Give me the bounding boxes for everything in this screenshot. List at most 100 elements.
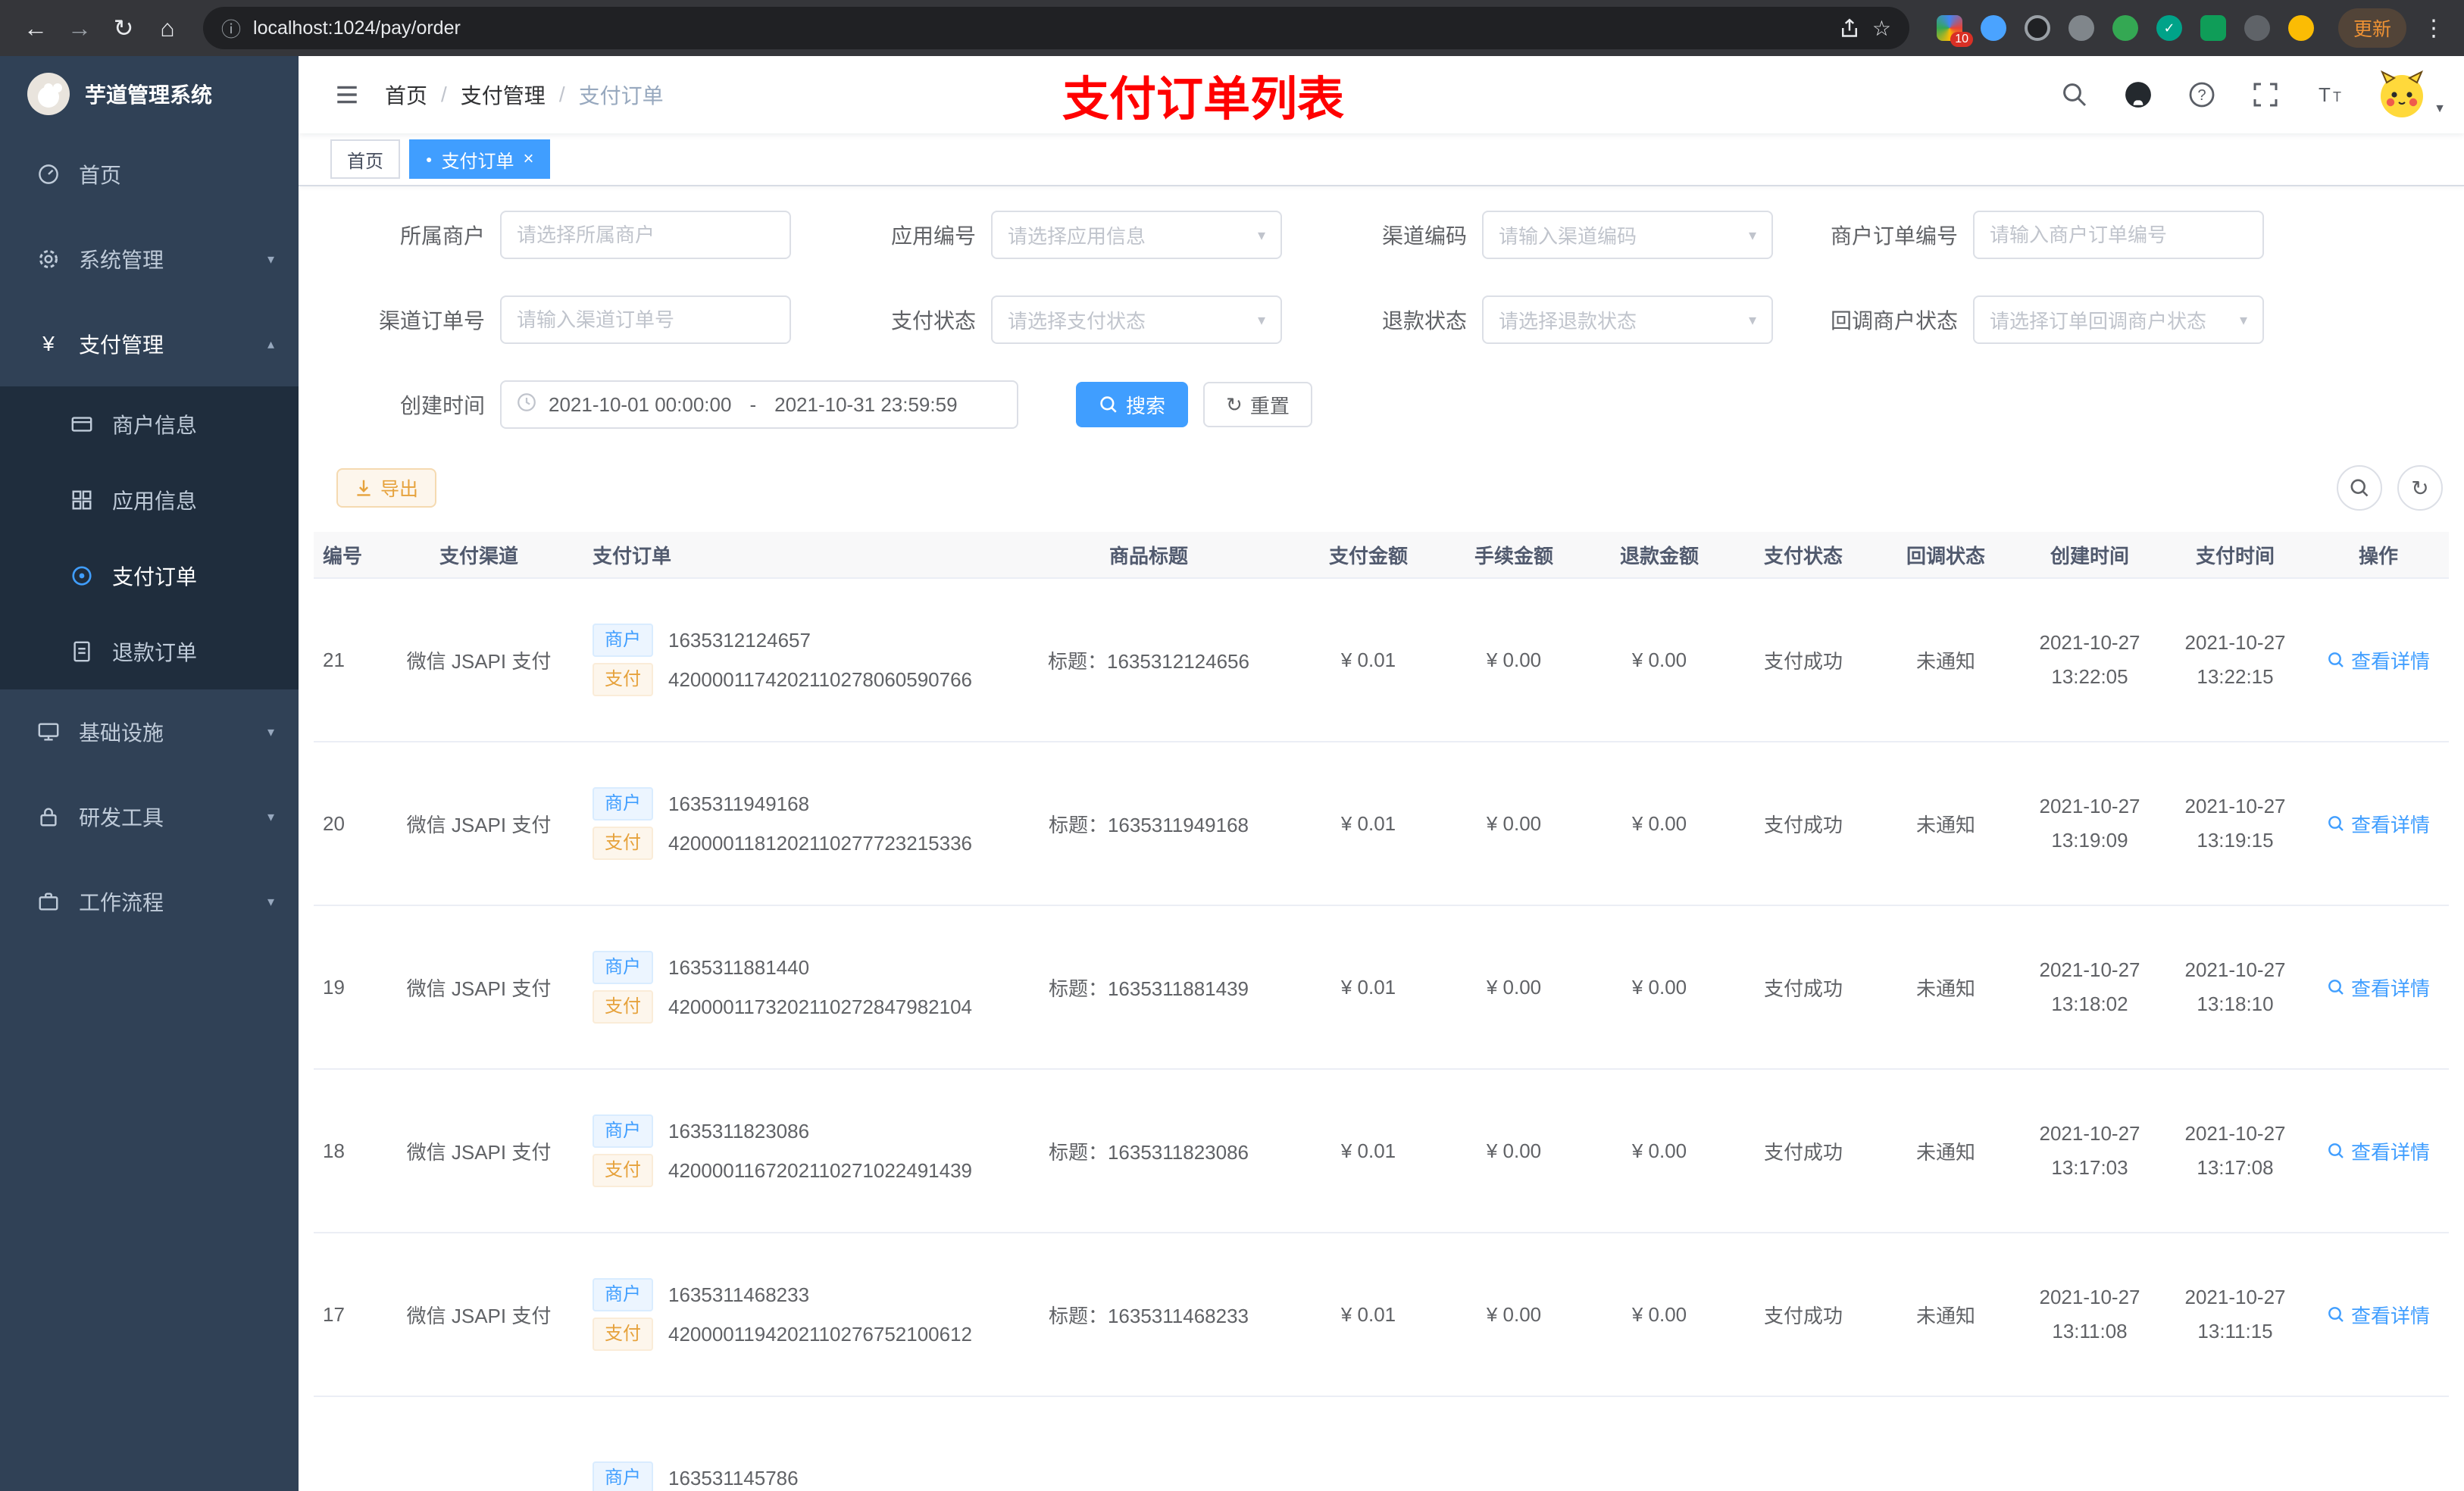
gray-extension-icon[interactable] [2068,15,2094,41]
card-icon [70,413,94,436]
notify-status-select[interactable]: 请选择订单回调商户状态 ▾ [1973,295,2264,344]
cell-id: 18 [323,1139,345,1162]
drop-extension-icon[interactable] [1980,15,2006,41]
browser-menu-button[interactable]: ⋮ [2419,15,2449,42]
cell-pay-order: 商户 1635311823086 支付 4200001167202110271022… [577,1108,1002,1193]
sidebar-toggle-button[interactable] [321,69,373,120]
top-navbar: 首页 / 支付管理 / 支付订单 支付订单列表 ? T T ▼ [299,56,2464,133]
search-button[interactable]: 搜索 [1076,382,1189,427]
col-title: 商品标题 [1108,544,1188,567]
cell-notify: 未通知 [1915,1304,1975,1327]
breadcrumb-home[interactable]: 首页 [385,80,427,110]
view-detail-link[interactable]: 查看详情 [2327,974,2430,1002]
green-extension-icon[interactable] [2112,15,2138,41]
app-logo[interactable]: 芋道管理系统 [0,56,299,132]
cell-status: 支付成功 [1763,649,1843,673]
toggle-search-button[interactable] [2337,465,2382,511]
refresh-button[interactable]: ↻ [2397,465,2443,511]
bookmark-star-icon[interactable]: ☆ [1872,16,1891,41]
filter-label: 支付状态 [890,309,976,333]
pin-extension-icon[interactable] [2244,15,2270,41]
grid-icon [70,489,94,511]
sidebar-item-infra[interactable]: 基础设施 ▾ [0,689,299,774]
check-extension-icon[interactable]: ✓ [2156,15,2182,41]
sidebar-item-workflow[interactable]: 工作流程 ▾ [0,859,299,944]
help-icon[interactable]: ? [2185,78,2219,111]
browser-forward-button[interactable]: → [59,8,100,48]
sidebar-item-refund-order[interactable]: 退款订单 [0,614,299,689]
browser-back-button[interactable]: ← [15,8,56,48]
export-button[interactable]: 导出 [336,468,437,508]
channel-order-no-input[interactable] [500,295,791,344]
reset-button[interactable]: ↻ 重置 [1203,382,1312,427]
pay-status-select[interactable]: 请选择支付状态 ▾ [991,295,1282,344]
document-icon [70,640,94,663]
col-id: 编号 [323,544,363,567]
cell-pay-order: 商户 1635312124657 支付 4200001174202110278060… [577,617,1002,702]
share-icon[interactable] [1839,17,1860,39]
check-icon: ✓ [2163,20,2175,36]
ring-extension-icon[interactable] [2024,15,2050,41]
face-extension-icon[interactable] [2287,15,2314,41]
app-select[interactable]: 请选择应用信息 ▾ [991,211,1282,259]
cell-title: 标题：1635312124656 [1048,649,1249,673]
sidebar-item-pay-order[interactable]: 支付订单 [0,538,299,614]
chat-extension-icon[interactable] [2200,15,2226,41]
chevron-down-icon: ▾ [1748,311,1756,329]
search-icon [2328,980,2344,995]
create-time-range-picker[interactable]: 2021-10-01 00:00:00 - 2021-10-31 23:59:5… [500,380,1018,429]
download-icon [357,480,371,496]
view-detail-link[interactable]: 查看详情 [2327,1137,2430,1165]
breadcrumb: 首页 / 支付管理 / 支付订单 [385,80,664,110]
chevron-down-icon: ▾ [2239,311,2247,329]
chevron-up-icon: ▴ [267,336,274,352]
chevron-down-icon: ▾ [267,893,274,909]
search-icon[interactable] [2058,78,2091,111]
breadcrumb-separator: / [558,83,565,106]
tab-pay-order[interactable]: ● 支付订单 × [409,139,551,179]
cell-notify: 未通知 [1915,1140,1975,1164]
browser-home-button[interactable]: ⌂ [147,8,188,48]
channel-code-select[interactable]: 请输入渠道编码 ▾ [1482,211,1773,259]
address-bar[interactable]: ⓘ localhost:1024/pay/order ☆ [203,7,1909,49]
view-detail-link[interactable]: 查看详情 [2327,810,2430,838]
sidebar-item-home[interactable]: 首页 [0,132,299,217]
cell-pay-order: 商户 1635311468233 支付 4200001194202110276752… [577,1272,1002,1357]
select-placeholder: 请选择订单回调商户状态 [1990,309,2207,333]
chevron-down-icon: ▾ [1257,311,1265,329]
tab-close-icon[interactable]: × [523,148,533,170]
breadcrumb-pay-manage[interactable]: 支付管理 [461,80,546,110]
view-detail-link[interactable]: 查看详情 [2327,1301,2430,1329]
cell-fee: ¥ 0.00 [1486,811,1542,835]
cell-fee: ¥ 0.00 [1486,1139,1542,1162]
merchant-order-no-input[interactable] [1973,211,2264,259]
table-toolbar: 导出 ↻ [299,465,2464,511]
view-detail-link[interactable]: 查看详情 [2327,646,2430,674]
github-icon[interactable] [2122,78,2155,111]
sidebar-item-dev-tools[interactable]: 研发工具 ▾ [0,774,299,859]
colorful-extension-icon[interactable]: 10 [1936,15,1973,47]
caret-down-icon: ▼ [2434,102,2446,115]
navbar-actions: ? TT ▼ [2058,56,2446,133]
sidebar-item-app-info[interactable]: 应用信息 [0,462,299,538]
url-text[interactable]: localhost:1024/pay/order [253,17,1827,39]
page-content: 所属商户 应用编号 请选择应用信息 ▾ 渠道编码 请输入渠道编码 [299,186,2464,1491]
refund-status-select[interactable]: 请选择退款状态 ▾ [1482,295,1773,344]
sidebar-item-system[interactable]: 系统管理 ▾ [0,217,299,302]
filter-label: 退款状态 [1381,309,1467,333]
fullscreen-icon[interactable] [2249,78,2282,111]
browser-reload-button[interactable]: ↻ [103,8,144,48]
tab-home[interactable]: 首页 [330,139,400,179]
sidebar-item-payment[interactable]: ¥ 支付管理 ▴ [0,302,299,386]
search-icon [1100,396,1117,413]
page-info-icon[interactable]: ⓘ [221,14,241,42]
sidebar-item-merchant-info[interactable]: 商户信息 [0,386,299,462]
cell-channel: 微信 JSAPI 支付 [406,1140,552,1164]
pay-tag: 支付 [593,1154,653,1187]
merchant-tag: 商户 [593,1114,653,1148]
font-size-icon[interactable]: TT [2312,78,2346,111]
svg-text:T: T [2319,83,2331,106]
browser-update-button[interactable]: 更新 [2337,8,2406,48]
user-avatar-menu[interactable]: ▼ [2376,69,2446,120]
merchant-input[interactable] [500,211,791,259]
